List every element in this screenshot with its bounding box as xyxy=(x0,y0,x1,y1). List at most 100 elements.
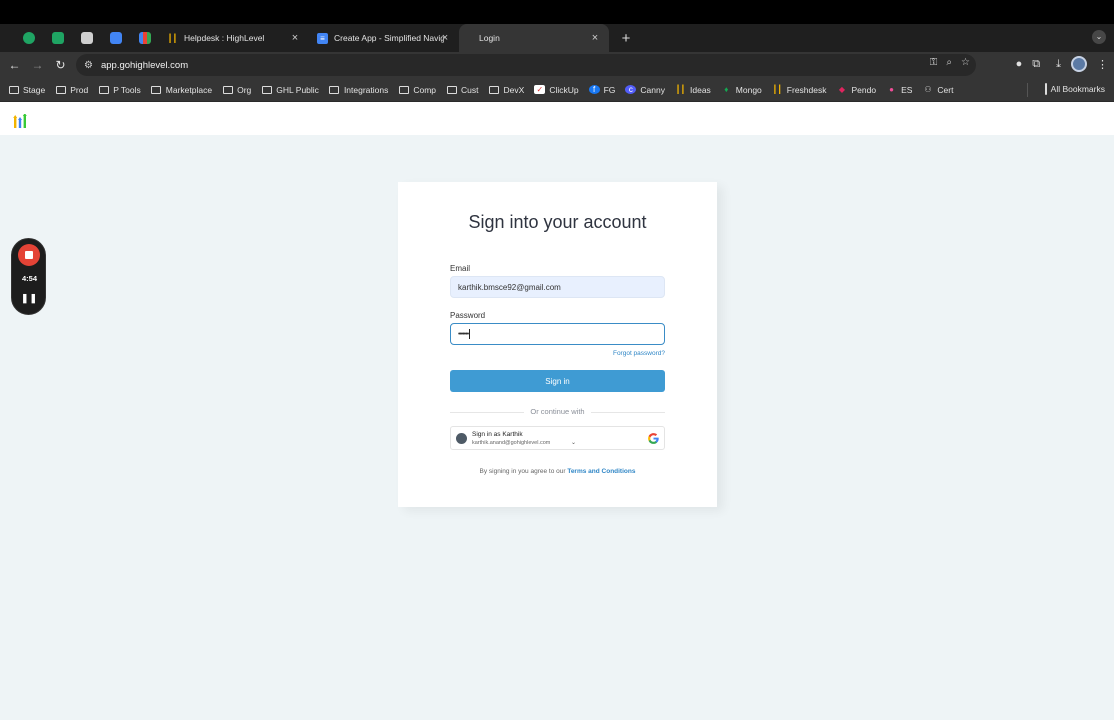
bookmark-pendo[interactable]: ◆ Pendo xyxy=(836,85,876,95)
address-bar-row: ← → ↻ ⚙ app.gohighlevel.com ⚿ ⌕ ☆ ● ⧉ ⤓ … xyxy=(0,52,1114,78)
new-tab-button[interactable]: + xyxy=(615,27,637,49)
bookmark-fg[interactable]: f FG xyxy=(588,84,616,95)
omnibox[interactable]: ⚙ app.gohighlevel.com ⚿ ⌕ ☆ xyxy=(76,54,976,76)
all-bookmarks[interactable]: All Bookmarks xyxy=(1044,83,1105,95)
pinned-tab-app[interactable] xyxy=(72,24,101,52)
bookmark-p-tools[interactable]: P Tools xyxy=(98,85,141,95)
reload-button[interactable]: ↻ xyxy=(49,54,72,76)
close-icon[interactable]: × xyxy=(289,32,301,44)
sign-in-button[interactable]: Sign in xyxy=(450,370,665,392)
canny-icon: c xyxy=(625,85,637,94)
divider-line xyxy=(591,412,665,413)
bookmark-marketplace[interactable]: Marketplace xyxy=(151,85,212,95)
folder-icon xyxy=(329,85,340,94)
bookmark-prod[interactable]: Prod xyxy=(55,85,88,95)
bookmark-ghl-public[interactable]: GHL Public xyxy=(261,85,319,95)
text-caret xyxy=(469,329,471,339)
bookmark-stage[interactable]: Stage xyxy=(8,85,45,95)
folder-icon xyxy=(261,85,272,94)
bookmark-comp[interactable]: Comp xyxy=(398,85,436,95)
bookmark-cert[interactable]: ⚇ Cert xyxy=(922,85,953,95)
menu-icon[interactable]: ⋮ xyxy=(1097,58,1108,71)
bookmark-canny[interactable]: c Canny xyxy=(625,85,665,95)
highlevel-icon: ┃┃ xyxy=(772,85,783,94)
all-bookmarks-label: All Bookmarks xyxy=(1050,84,1105,94)
pause-icon[interactable]: ❚❚ xyxy=(12,293,47,304)
bookmark-label: Ideas xyxy=(690,84,711,95)
tab-login[interactable]: Login × xyxy=(459,24,609,52)
site-settings-icon[interactable]: ⚙ xyxy=(84,60,93,71)
email-field[interactable]: karthik.bmsce92@gmail.com xyxy=(450,276,665,298)
close-icon[interactable]: × xyxy=(589,32,601,44)
bookmark-clickup[interactable]: ✓ ClickUp xyxy=(534,85,579,95)
stop-icon xyxy=(25,251,33,259)
folder-icon xyxy=(151,85,162,94)
tab-search-menu-icon[interactable]: ⌄ xyxy=(1092,30,1106,44)
bookmark-label: FG xyxy=(603,84,616,95)
folder-icon xyxy=(222,85,233,94)
tab-bar: ┃┃ Helpdesk : HighLevel × ≡ Create App -… xyxy=(0,24,1114,52)
bookmark-devx[interactable]: DevX xyxy=(489,85,524,95)
bookmark-cust[interactable]: Cust xyxy=(446,84,479,95)
sign-in-label: Sign in xyxy=(545,376,570,386)
puzzle-icon[interactable]: ⧉ xyxy=(1032,58,1040,71)
terms-link[interactable]: Terms and Conditions xyxy=(567,468,635,475)
page-title: Sign into your account xyxy=(468,212,647,232)
url-text[interactable]: app.gohighlevel.com xyxy=(101,60,188,71)
highlevel-logo[interactable] xyxy=(13,114,27,128)
elastic-icon: ● xyxy=(889,85,894,94)
folder-icon xyxy=(446,85,457,94)
bookmark-org[interactable]: Org xyxy=(222,85,251,95)
bookmark-mongo[interactable]: ♦ Mongo xyxy=(721,85,762,95)
bookmark-integrations[interactable]: Integrations xyxy=(329,85,388,95)
cert-icon: ⚇ xyxy=(924,85,932,94)
forward-button[interactable]: → xyxy=(26,54,49,76)
tab-create-app[interactable]: ≡ Create App - Simplified Navig × xyxy=(309,24,459,52)
toolbar-icons: ● ⧉ ⤓ ⋮ xyxy=(1016,56,1108,72)
star-icon[interactable]: ☆ xyxy=(961,57,970,68)
recording-timer: 4:54 xyxy=(21,274,37,283)
terms-text: By signing in you agree to our Terms and… xyxy=(398,468,717,475)
pinned-tab-gmail[interactable] xyxy=(130,24,159,52)
or-divider: Or continue with xyxy=(450,407,665,417)
pinned-tabs xyxy=(0,24,159,52)
omnibox-actions: ⚿ ⌕ ☆ xyxy=(930,57,970,68)
key-icon[interactable]: ⚿ xyxy=(930,57,938,68)
close-icon[interactable]: × xyxy=(439,32,451,44)
chevron-down-icon: ⌄ xyxy=(571,440,577,446)
bookmark-freshdesk[interactable]: ┃┃ Freshdesk xyxy=(772,85,826,95)
email-value: karthik.bmsce92@gmail.com xyxy=(458,282,561,292)
pinned-tab-calendar[interactable] xyxy=(101,24,130,52)
tab-title: Helpdesk : HighLevel xyxy=(184,33,265,43)
bookmark-es[interactable]: ● ES xyxy=(886,85,912,95)
screen-recorder-widget: 4:54 ❚❚ xyxy=(11,238,46,315)
google-sign-in-button[interactable]: Sign in as Karthik karthik.anand@gohighl… xyxy=(450,426,665,450)
bookmark-label: Mongo xyxy=(735,84,762,95)
terms-prefix: By signing in you agree to our xyxy=(479,468,566,475)
email-label: Email xyxy=(450,264,471,273)
forgot-password-link[interactable]: Forgot password? xyxy=(613,350,665,357)
download-icon[interactable]: ⤓ xyxy=(1056,58,1061,71)
top-black-strip xyxy=(0,0,1114,24)
bookmark-label: Integrations xyxy=(343,84,389,95)
extension-icon[interactable]: ● xyxy=(1016,58,1023,70)
zoom-icon[interactable]: ⌕ xyxy=(946,57,952,68)
bookmark-label: Org xyxy=(237,84,252,95)
google-account-email: karthik.anand@gohighlevel.com xyxy=(472,440,551,446)
meet-icon xyxy=(22,32,35,44)
google-icon xyxy=(648,433,659,444)
profile-avatar[interactable] xyxy=(1071,56,1087,72)
tab-helpdesk[interactable]: ┃┃ Helpdesk : HighLevel × xyxy=(159,24,309,52)
bookmark-ideas[interactable]: ┃┃ Ideas xyxy=(675,85,711,95)
stop-recording-button[interactable] xyxy=(18,244,40,266)
tab-title: Login xyxy=(479,33,500,43)
pinned-tab-sheets[interactable] xyxy=(43,24,72,52)
bookmark-label: Cust xyxy=(461,84,479,95)
gmail-icon xyxy=(138,32,151,44)
bookmark-label: Canny xyxy=(640,84,665,95)
avatar xyxy=(456,433,467,444)
back-button[interactable]: ← xyxy=(3,54,26,76)
password-value: ••••••• xyxy=(458,330,469,338)
pinned-tab-meet[interactable] xyxy=(14,24,43,52)
password-field[interactable]: ••••••• xyxy=(450,323,665,345)
